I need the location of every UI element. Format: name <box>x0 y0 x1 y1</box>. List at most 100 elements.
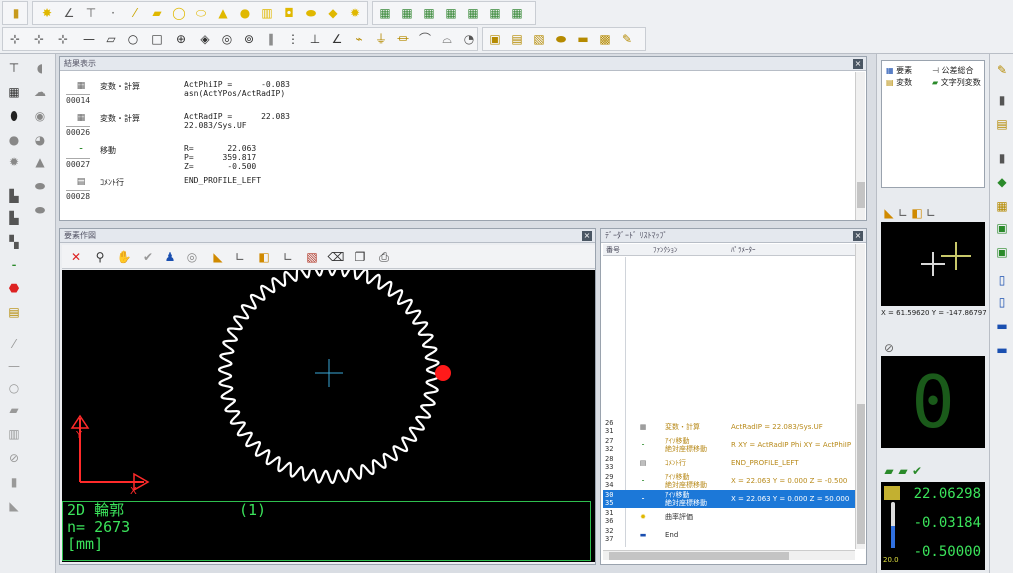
sphere-gray-icon[interactable]: ● <box>6 132 22 148</box>
board-icon[interactable]: ▣ <box>994 220 1010 236</box>
result-scrollbar[interactable] <box>855 72 865 220</box>
close-icon[interactable]: × <box>582 231 592 241</box>
scrollbar-thumb[interactable] <box>857 182 865 208</box>
probe-change-icon[interactable]: ▦ <box>399 5 415 21</box>
distance-icon[interactable]: ⌁ <box>351 31 367 47</box>
machine3-icon[interactable]: ▚ <box>6 234 22 250</box>
circle-construct-icon[interactable]: ○ <box>125 31 141 47</box>
copy-icon[interactable]: ❐ <box>352 249 368 265</box>
parallelogram-icon[interactable]: ▱ <box>103 31 119 47</box>
eval-report-icon[interactable]: ▤ <box>509 31 525 47</box>
result-row[interactable]: ▦ 00014 変数・計算 ActPhiIP = -0.083 asn(ActY… <box>66 77 856 108</box>
blob-gray-icon[interactable]: ⬬ <box>32 178 48 194</box>
triangle-gray-icon[interactable]: ▲ <box>32 154 48 170</box>
result-row[interactable]: ▤ 00028 ｺﾒﾝﾄ行 END_PROFILE_LEFT <box>66 173 856 204</box>
tab-variables[interactable]: ▤ 変数 <box>886 77 912 88</box>
list-item[interactable]: 27 32 ⁃ ｱｲｿ移動 絶対座標移動 R XY = ActRadIP Phi… <box>603 436 855 454</box>
zoom-icon[interactable]: ⚲ <box>92 249 108 265</box>
cone-icon[interactable]: ▲ <box>215 5 231 21</box>
point-icon[interactable]: ✸ <box>39 5 55 21</box>
machine2-icon[interactable]: ▙ <box>6 210 22 226</box>
gear-element-icon[interactable]: ✹ <box>347 5 363 21</box>
line-gray-icon[interactable]: ⁄ <box>6 336 22 352</box>
program-icon[interactable]: ▤ <box>6 304 22 320</box>
forbidden-icon[interactable]: ⊘ <box>881 340 897 356</box>
view-yz-icon[interactable]: ∟ <box>232 249 248 265</box>
column-icon[interactable]: ▮ <box>994 92 1010 108</box>
check-icon[interactable]: ✔ <box>140 249 156 265</box>
mini-view[interactable] <box>881 222 985 306</box>
cylinder-blue2-icon[interactable]: ▯ <box>994 294 1010 310</box>
plane-gray-icon[interactable]: ▰ <box>6 402 22 418</box>
board2-icon[interactable]: ▣ <box>994 244 1010 260</box>
diamond-intersect-icon[interactable]: ◈ <box>197 31 213 47</box>
line-tool-icon[interactable]: ⊤ <box>83 5 99 21</box>
cylinder-blue-icon[interactable]: ▯ <box>994 272 1010 288</box>
list-item[interactable]: 29 34 ⁃ ｱｲｿ移動 絶対座標移動 X = 22.063 Y = 0.00… <box>603 472 855 490</box>
symmetry-icon[interactable]: ⋮ <box>285 31 301 47</box>
stop-icon[interactable]: ⬣ <box>6 280 22 296</box>
tilt-gray-icon[interactable]: ◕ <box>32 132 48 148</box>
arc-icon[interactable]: ⌒ <box>417 31 433 47</box>
grid-probe-icon[interactable]: ▦ <box>6 84 22 100</box>
view-xz-icon[interactable]: ∟ <box>923 205 939 221</box>
circle-gray-icon[interactable]: ○ <box>6 380 22 396</box>
probe-rack-icon[interactable]: ▦ <box>377 5 393 21</box>
readout-check-icon[interactable]: ✔ <box>909 463 925 479</box>
offset-icon[interactable]: ⏛ <box>395 31 411 47</box>
tab-string-variables[interactable]: ▰ 文字列変数 <box>932 77 981 88</box>
scrollbar-thumb[interactable] <box>609 552 789 560</box>
list-item[interactable]: 28 33 ▤ ｺﾒﾝﾄ行 END_PROFILE_LEFT <box>603 454 855 472</box>
bar-blue2-icon[interactable]: ▬ <box>994 342 1010 358</box>
drag-gray-icon[interactable]: ◖ <box>32 60 48 76</box>
eval-probe-icon[interactable]: ▬ <box>575 31 591 47</box>
diamond-green-icon[interactable]: ◆ <box>994 174 1010 190</box>
probe-list-icon[interactable]: ▦ <box>465 5 481 21</box>
drawing-settings-icon[interactable]: ▧ <box>304 249 320 265</box>
move-icon[interactable]: ⁃ <box>6 258 22 274</box>
freeform-icon[interactable]: ◆ <box>325 5 341 21</box>
eval-camera-icon[interactable]: ▣ <box>487 31 503 47</box>
line-icon[interactable]: ⁄ <box>127 5 143 21</box>
column2-icon[interactable]: ▮ <box>994 150 1010 166</box>
cone-gray-icon[interactable]: ◣ <box>6 498 22 514</box>
probe-rotate-icon[interactable]: ▦ <box>487 5 503 21</box>
gauge-icon[interactable]: ◔ <box>461 31 477 47</box>
perpendicular-icon[interactable]: ⊥ <box>307 31 323 47</box>
machine-icon[interactable]: ▙ <box>6 188 22 204</box>
view-xy-icon[interactable]: ◣ <box>210 249 226 265</box>
slot-icon[interactable]: ⬬ <box>303 5 319 21</box>
ruler-gray-icon[interactable]: ▮ <box>6 474 22 490</box>
square-construct-icon[interactable]: □ <box>149 31 165 47</box>
cylinder-hole-icon[interactable]: ◘ <box>281 5 297 21</box>
target-icon[interactable]: ◎ <box>184 249 200 265</box>
view-3d-icon[interactable]: ◧ <box>256 249 272 265</box>
straight-line-icon[interactable]: — <box>81 31 97 47</box>
tab-tolerance[interactable]: ⊣ 公差総合 <box>932 65 974 76</box>
coord-origin-icon[interactable]: ⊹ <box>31 31 47 47</box>
list-item-selected[interactable]: 30 35 ⁃ ｱｲｿ移動 絶対座標移動 X = 22.063 Y = 0.00… <box>603 490 855 508</box>
cylinder-icon[interactable]: ▥ <box>259 5 275 21</box>
probe-calibrate-icon[interactable]: ▦ <box>421 5 437 21</box>
list-scrollbar[interactable] <box>855 244 865 549</box>
exit-icon[interactable]: ▮ <box>8 5 24 21</box>
angle-construct-icon[interactable]: ∠ <box>329 31 345 47</box>
cylinder-gray-icon[interactable]: ▥ <box>6 426 22 442</box>
eraser-icon[interactable]: ⌫ <box>328 249 345 265</box>
notepad-icon[interactable]: ▤ <box>994 116 1010 132</box>
projection-icon[interactable]: ⏚ <box>373 31 389 47</box>
disk-gray-icon[interactable]: ◉ <box>32 108 48 124</box>
close-icon[interactable]: × <box>853 59 863 69</box>
eval-slot-icon[interactable]: ⬬ <box>553 31 569 47</box>
clear-icon[interactable]: ✕ <box>68 249 84 265</box>
concentric-icon[interactable]: ◎ <box>219 31 235 47</box>
cloud-gray-icon[interactable]: ☁ <box>32 84 48 100</box>
horizontal-scrollbar[interactable] <box>603 550 855 560</box>
plane-icon[interactable]: ▰ <box>149 5 165 21</box>
circle-icon[interactable]: ◯ <box>171 5 187 21</box>
forbidden-gray-icon[interactable]: ⊘ <box>6 450 22 466</box>
coord-xyz-icon[interactable]: ⊹ <box>7 31 23 47</box>
tab-elements[interactable]: ▦ 要素 <box>886 65 912 76</box>
list-item[interactable]: 31 36 ✹ 曲率評価 <box>603 508 855 526</box>
pan-hand-icon[interactable]: ✋ <box>116 249 132 265</box>
